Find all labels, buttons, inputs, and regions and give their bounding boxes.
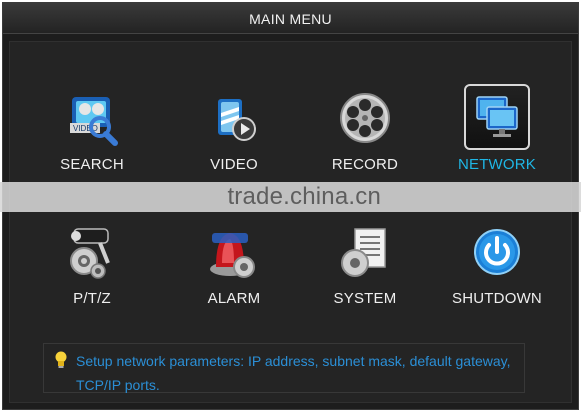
- search-video-icon: VIDEO: [61, 88, 123, 150]
- network-monitor-icon: [464, 84, 530, 150]
- video-icon: [203, 88, 265, 150]
- menu-item-system[interactable]: SYSTEM: [310, 222, 420, 332]
- menu-item-shutdown[interactable]: SHUTDOWN: [442, 222, 552, 332]
- menu-item-label: SYSTEM: [333, 290, 397, 307]
- hint-box: Setup network parameters: IP address, su…: [43, 343, 525, 393]
- menu-item-ptz[interactable]: P/T/Z: [37, 222, 147, 332]
- window-title: MAIN MENU: [249, 11, 332, 27]
- film-reel-icon: [334, 88, 396, 150]
- menu-item-alarm[interactable]: ALARM: [179, 222, 289, 332]
- system-document-gear-icon: [334, 222, 396, 284]
- menu-item-label: VIDEO: [210, 156, 258, 173]
- ptz-camera-gear-icon: [61, 222, 123, 284]
- menu-item-label: SEARCH: [60, 156, 124, 173]
- power-icon: [466, 222, 528, 284]
- lightbulb-icon: [54, 351, 68, 374]
- alarm-siren-gear-icon: [203, 222, 265, 284]
- menu-item-label: SHUTDOWN: [452, 290, 542, 307]
- menu-item-label: RECORD: [331, 156, 399, 173]
- menu-item-label: NETWORK: [457, 156, 537, 173]
- watermark-text: trade.china.cn: [227, 183, 381, 210]
- menu-item-label: P/T/Z: [73, 290, 111, 307]
- title-bar: MAIN MENU: [3, 3, 578, 34]
- watermark-band: trade.china.cn: [0, 182, 581, 212]
- menu-item-label: ALARM: [207, 290, 261, 307]
- hint-text: Setup network parameters: IP address, su…: [76, 353, 511, 393]
